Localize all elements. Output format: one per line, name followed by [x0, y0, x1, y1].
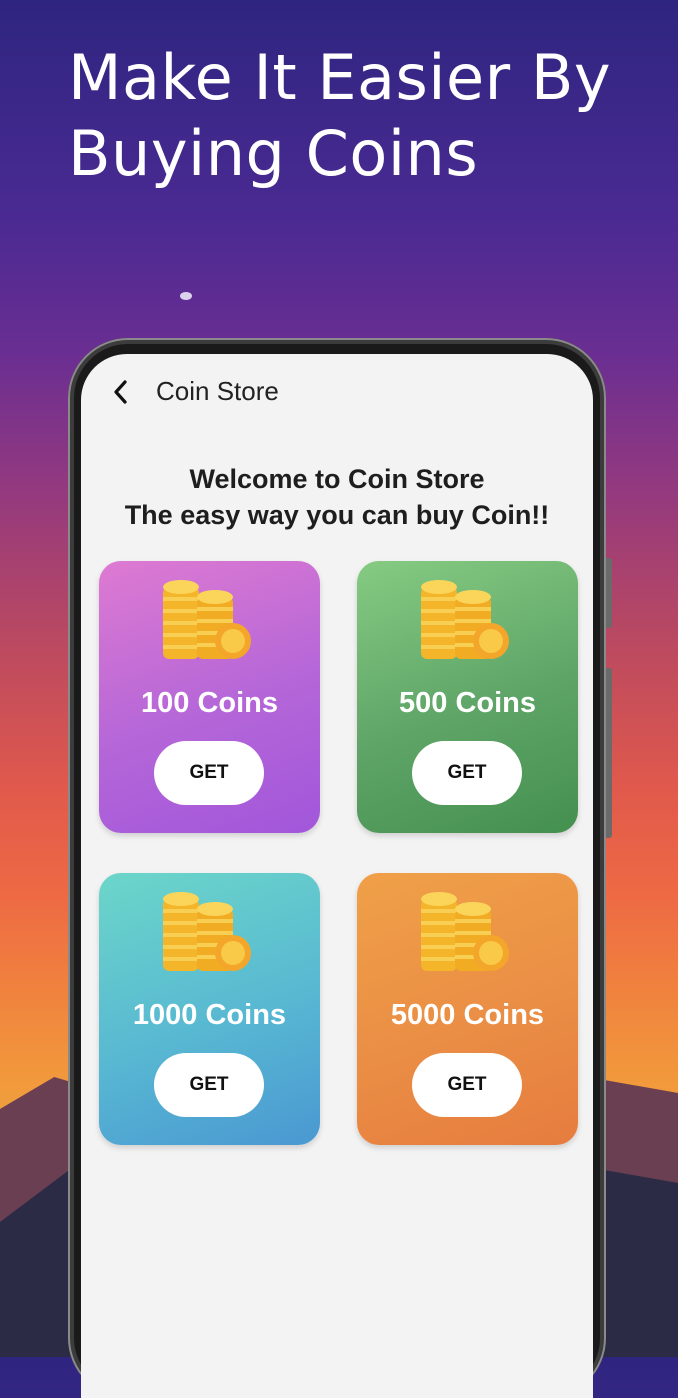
phone-volume-button	[606, 668, 612, 838]
welcome-line2: The easy way you can buy Coin!!	[124, 500, 550, 530]
welcome-text: Welcome to Coin Store The easy way you c…	[81, 461, 593, 533]
coin-package-label: 500 Coins	[399, 687, 536, 719]
get-100-coins-button[interactable]: GET	[154, 741, 264, 805]
promo-headline-line2: Buying Coins	[68, 116, 479, 190]
coin-package-card-5000: 5000 Coins GET	[357, 873, 578, 1145]
phone-frame: Coin Store Welcome to Coin Store The eas…	[68, 338, 612, 1398]
phone-side-button	[606, 558, 612, 628]
coin-stack-icon	[421, 580, 509, 659]
coin-package-card-500: 500 Coins GET	[357, 561, 578, 833]
promo-headline-line1: Make It Easier By	[68, 41, 612, 114]
coin-package-label: 1000 Coins	[132, 999, 287, 1031]
coin-package-label: 100 Coins	[141, 687, 278, 719]
chevron-left-icon[interactable]	[107, 378, 135, 406]
welcome-line1: Welcome to Coin Store	[189, 464, 485, 494]
app-title: Coin Store	[156, 376, 279, 406]
coin-stack-icon	[163, 892, 251, 971]
promo-headline: Make It Easier By Buying Coins	[68, 40, 668, 191]
get-500-coins-button[interactable]: GET	[412, 741, 522, 805]
get-5000-coins-button[interactable]: GET	[412, 1053, 522, 1117]
coin-package-card-100: 100 Coins GET	[99, 561, 320, 833]
coin-package-card-1000: 1000 Coins GET	[99, 873, 320, 1145]
star-dot	[180, 292, 192, 300]
get-1000-coins-button[interactable]: GET	[154, 1053, 264, 1117]
phone-screen: Coin Store Welcome to Coin Store The eas…	[81, 354, 593, 1398]
app-bar: Coin Store	[81, 354, 593, 432]
coin-stack-icon	[163, 580, 251, 659]
coin-package-label: 5000 Coins	[390, 999, 545, 1031]
coin-stack-icon	[421, 892, 509, 971]
